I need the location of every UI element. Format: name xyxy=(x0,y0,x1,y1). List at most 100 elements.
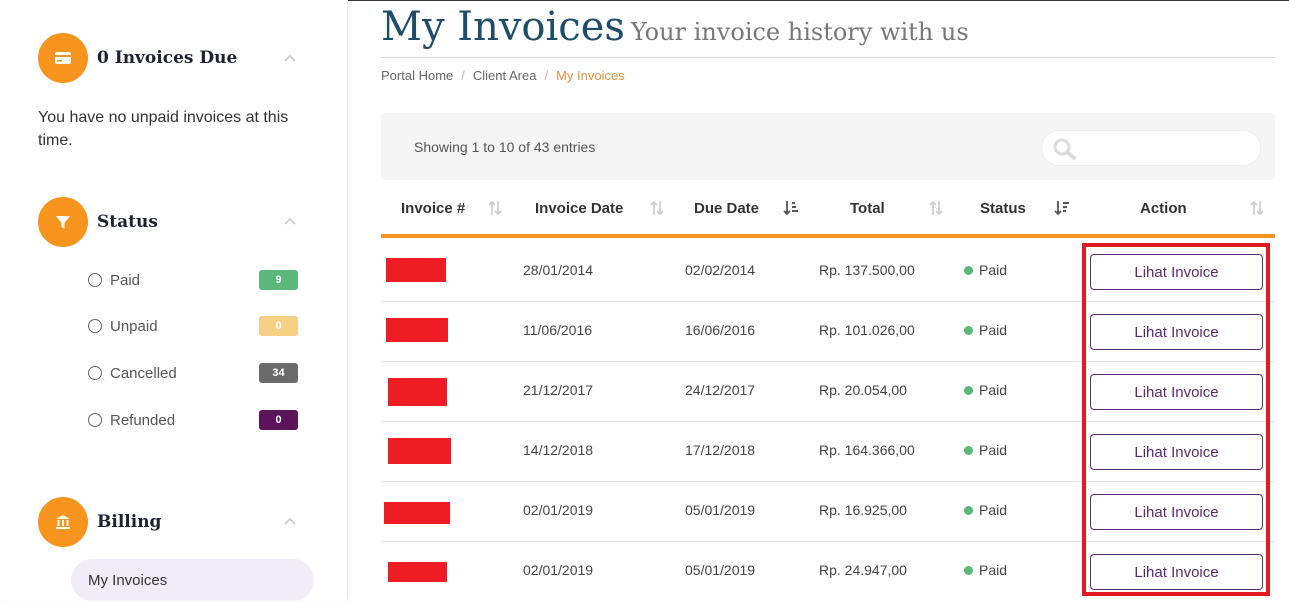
status-label: Paid xyxy=(110,271,141,289)
status-text: Paid xyxy=(979,562,1008,578)
column-header-total[interactable]: Total xyxy=(850,200,885,217)
breadcrumb-my-invoices: My Invoices xyxy=(556,68,625,83)
search-input[interactable] xyxy=(1041,130,1261,166)
radio-icon[interactable] xyxy=(88,413,102,427)
sort-icon[interactable] xyxy=(928,198,944,218)
status-text: Paid xyxy=(979,262,1008,278)
status-label: Cancelled xyxy=(110,364,177,382)
total-cell: Rp. 137.500,00 xyxy=(819,262,915,278)
status-cell: Paid xyxy=(964,262,1007,278)
radio-icon[interactable] xyxy=(88,319,102,333)
status-cell: Paid xyxy=(964,562,1007,578)
column-header-invoice-date[interactable]: Invoice Date xyxy=(535,200,623,217)
invoices-due-title: 0 Invoices Due xyxy=(97,48,238,68)
invoice-date-cell: 02/01/2019 xyxy=(523,562,594,578)
total-cell: Rp. 164.366,00 xyxy=(819,442,915,458)
breadcrumb: Portal Home / Client Area / My Invoices xyxy=(381,68,625,83)
due-date-cell: 05/01/2019 xyxy=(685,562,756,578)
radio-icon[interactable] xyxy=(88,273,102,287)
status-cell: Paid xyxy=(964,382,1007,398)
sort-icon[interactable] xyxy=(487,198,503,218)
status-count-badge: 0 xyxy=(259,410,298,430)
billing-title: Billing xyxy=(97,512,162,532)
status-count-badge: 9 xyxy=(259,270,298,290)
status-filter-cancelled[interactable]: Cancelled 34 xyxy=(88,362,298,384)
total-cell: Rp. 16.925,00 xyxy=(819,502,907,518)
title-divider xyxy=(381,57,1275,58)
status-filter-unpaid[interactable]: Unpaid 0 xyxy=(88,315,298,337)
column-header-action: Action xyxy=(1140,200,1187,217)
breadcrumb-portal-home[interactable]: Portal Home xyxy=(381,68,453,83)
due-date-cell: 02/02/2014 xyxy=(685,262,756,278)
status-text: Paid xyxy=(979,442,1008,458)
sort-ascending-icon[interactable] xyxy=(783,198,799,218)
status-count-badge: 0 xyxy=(259,316,298,336)
status-count-badge: 34 xyxy=(259,363,298,383)
table-info: Showing 1 to 10 of 43 entries xyxy=(414,139,596,155)
redacted-invoice-number xyxy=(388,438,451,464)
column-header-status[interactable]: Status xyxy=(980,200,1026,217)
billing-panel-header[interactable]: Billing xyxy=(38,497,161,547)
status-text: Paid xyxy=(979,322,1008,338)
page-title: My Invoices Your invoice history with us xyxy=(381,4,969,50)
paid-status-dot xyxy=(964,505,973,515)
due-date-cell: 05/01/2019 xyxy=(685,502,756,518)
column-header-due-date[interactable]: Due Date xyxy=(694,200,759,217)
due-date-cell: 17/12/2018 xyxy=(685,442,756,458)
due-date-cell: 24/12/2017 xyxy=(685,382,756,398)
radio-icon[interactable] xyxy=(88,366,102,380)
no-unpaid-message: You have no unpaid invoices at this time… xyxy=(38,109,289,149)
action-column-highlight xyxy=(1082,243,1270,596)
invoice-date-cell: 21/12/2017 xyxy=(523,382,594,398)
sidebar: 0 Invoices Due You have no unpaid invoic… xyxy=(0,0,348,601)
status-cell: Paid xyxy=(964,322,1007,338)
invoice-date-cell: 14/12/2018 xyxy=(523,442,594,458)
total-cell: Rp. 101.026,00 xyxy=(819,322,915,338)
status-label: Unpaid xyxy=(110,317,158,335)
status-text: Paid xyxy=(979,382,1008,398)
invoices-due-panel-header[interactable]: 0 Invoices Due xyxy=(38,33,237,83)
redacted-invoice-number xyxy=(386,258,446,282)
chevron-up-icon[interactable] xyxy=(283,514,297,528)
invoice-date-cell: 28/01/2014 xyxy=(523,262,594,278)
status-cell: Paid xyxy=(964,502,1007,518)
bank-icon xyxy=(38,497,88,547)
status-filter-refunded[interactable]: Refunded 0 xyxy=(88,409,298,431)
paid-status-dot xyxy=(964,445,973,455)
paid-status-dot xyxy=(964,565,973,575)
status-label: Refunded xyxy=(110,411,176,429)
page-title-text: My Invoices xyxy=(381,4,625,50)
breadcrumb-client-area[interactable]: Client Area xyxy=(473,68,537,83)
status-text: Paid xyxy=(979,502,1008,518)
breadcrumb-separator: / xyxy=(461,68,465,83)
total-cell: Rp. 24.947,00 xyxy=(819,562,907,578)
page-subtitle: Your invoice history with us xyxy=(630,18,969,46)
redacted-invoice-number xyxy=(388,378,447,406)
invoice-date-cell: 11/06/2016 xyxy=(523,322,593,338)
table-toolbar: Showing 1 to 10 of 43 entries xyxy=(381,113,1275,180)
search-icon xyxy=(1053,138,1076,160)
status-panel-header[interactable]: Status xyxy=(38,197,158,247)
sort-icon[interactable] xyxy=(649,198,665,218)
status-filter-paid[interactable]: Paid 9 xyxy=(88,269,298,291)
redacted-invoice-number xyxy=(388,562,447,582)
status-title: Status xyxy=(97,212,158,232)
invoice-date-cell: 02/01/2019 xyxy=(523,502,594,518)
paid-status-dot xyxy=(964,265,973,275)
chevron-up-icon[interactable] xyxy=(283,51,297,65)
column-header-invoice-number[interactable]: Invoice # xyxy=(401,200,465,217)
credit-card-icon xyxy=(38,33,88,83)
sort-descending-icon[interactable] xyxy=(1054,198,1070,218)
paid-status-dot xyxy=(964,385,973,395)
redacted-invoice-number xyxy=(386,318,448,342)
total-cell: Rp. 20.054,00 xyxy=(819,382,907,398)
table-header: Invoice # Invoice Date Due Date Total St… xyxy=(381,180,1275,238)
status-cell: Paid xyxy=(964,442,1007,458)
sort-icon[interactable] xyxy=(1249,198,1265,218)
sidebar-item-my-invoices[interactable]: My Invoices xyxy=(71,559,314,601)
chevron-up-icon[interactable] xyxy=(283,214,297,228)
redacted-invoice-number xyxy=(384,502,450,524)
due-date-cell: 16/06/2016 xyxy=(685,322,756,338)
paid-status-dot xyxy=(964,325,973,335)
filter-icon xyxy=(38,197,88,247)
